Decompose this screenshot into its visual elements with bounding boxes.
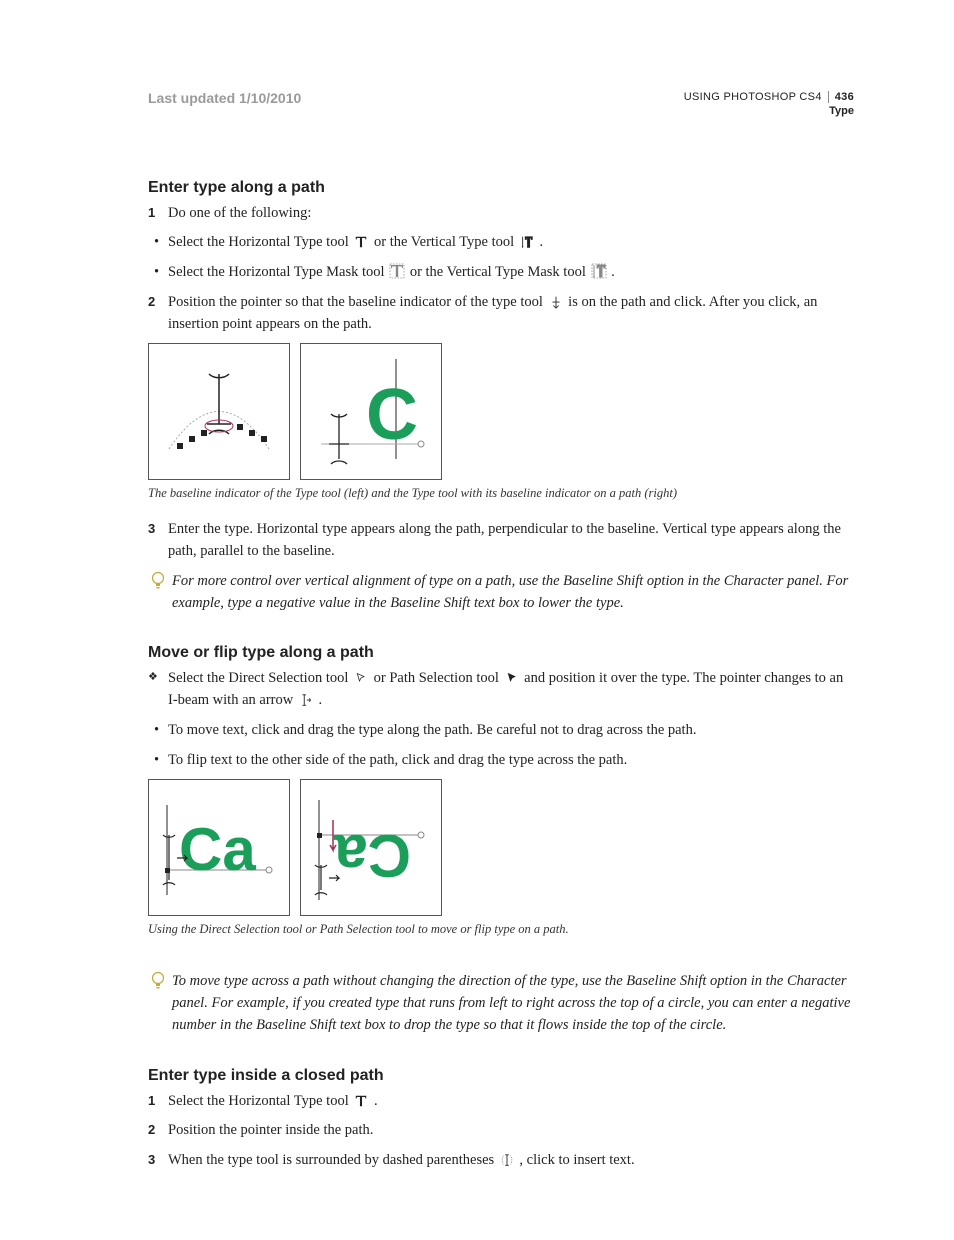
diamond-select-tool: Select the Direct Selection tool or Path… xyxy=(148,668,854,712)
vertical-type-tool-icon xyxy=(518,235,536,251)
baseline-indicator-icon xyxy=(547,295,565,311)
vertical-type-mask-tool-icon xyxy=(590,263,608,279)
step3-1: 1 Select the Horizontal Type tool . xyxy=(148,1091,854,1113)
step3-3: 3 When the type tool is surrounded by da… xyxy=(148,1150,854,1172)
figure-1-caption: The baseline indicator of the Type tool … xyxy=(148,486,854,501)
path-selection-tool-icon xyxy=(503,671,521,687)
direct-selection-tool-icon xyxy=(352,671,370,687)
heading-move-flip-type: Move or flip type along a path xyxy=(148,644,854,662)
header: Last updated 1/10/2010 USING PHOTOSHOP C… xyxy=(148,90,854,119)
svg-text:Ca: Ca xyxy=(334,822,411,889)
lightbulb-icon xyxy=(150,971,166,999)
step-list-1c: 3 Enter the type. Horizontal type appear… xyxy=(148,519,854,563)
bullet-flip-text: To flip text to the other side of the pa… xyxy=(148,750,854,772)
step-list-1b: 2 Position the pointer so that the basel… xyxy=(148,292,854,336)
lightbulb-icon xyxy=(150,571,166,599)
bullet-list-2: To move text, click and drag the type al… xyxy=(148,720,854,772)
step-2: 2 Position the pointer so that the basel… xyxy=(148,292,854,336)
bullet-move-text: To move text, click and drag the type al… xyxy=(148,720,854,742)
diamond-list-1: Select the Direct Selection tool or Path… xyxy=(148,668,854,712)
figure-left xyxy=(148,343,290,480)
doc-title: USING PHOTOSHOP CS4 xyxy=(684,91,822,103)
section-name: Type xyxy=(684,104,854,118)
bullet-type-mask: Select the Horizontal Type Mask tool or … xyxy=(148,262,854,284)
figure-move: Ca xyxy=(148,779,290,916)
horizontal-type-mask-tool-icon xyxy=(388,263,406,279)
page-content: Last updated 1/10/2010 USING PHOTOSHOP C… xyxy=(0,0,954,1240)
step-list-3: 1 Select the Horizontal Type tool . 2 Po… xyxy=(148,1091,854,1172)
figure-flip: Ca xyxy=(300,779,442,916)
header-right: USING PHOTOSHOP CS4 436 Type xyxy=(684,90,854,119)
heading-enter-type-path: Enter type along a path xyxy=(148,179,854,197)
svg-text:Ca: Ca xyxy=(179,816,256,883)
tip-baseline-shift: For more control over vertical alignment… xyxy=(148,571,854,615)
step-1: 1 Do one of the following: xyxy=(148,203,854,225)
bullet-horizontal-type: Select the Horizontal Type tool or the V… xyxy=(148,232,854,254)
page-number: 436 xyxy=(828,91,854,103)
figure-move-flip: Ca Ca xyxy=(148,779,854,916)
figure-2-caption: Using the Direct Selection tool or Path … xyxy=(148,922,854,937)
horizontal-type-tool-icon xyxy=(352,1094,370,1110)
horizontal-type-tool-icon xyxy=(352,235,370,251)
heading-enter-type-closed-path: Enter type inside a closed path xyxy=(148,1067,854,1085)
step-3: 3 Enter the type. Horizontal type appear… xyxy=(148,519,854,563)
bullet-list-1: Select the Horizontal Type tool or the V… xyxy=(148,232,854,284)
ibeam-parentheses-icon xyxy=(498,1153,516,1169)
svg-text:C: C xyxy=(366,375,418,455)
ibeam-arrow-icon xyxy=(297,693,315,709)
tip-move-across-path: To move type across a path without chang… xyxy=(148,971,854,1036)
figure-right: C xyxy=(300,343,442,480)
last-updated: Last updated 1/10/2010 xyxy=(148,90,301,106)
step-list-1: 1 Do one of the following: xyxy=(148,203,854,225)
figure-baseline-indicator: C xyxy=(148,343,854,480)
step3-2: 2 Position the pointer inside the path. xyxy=(148,1120,854,1142)
